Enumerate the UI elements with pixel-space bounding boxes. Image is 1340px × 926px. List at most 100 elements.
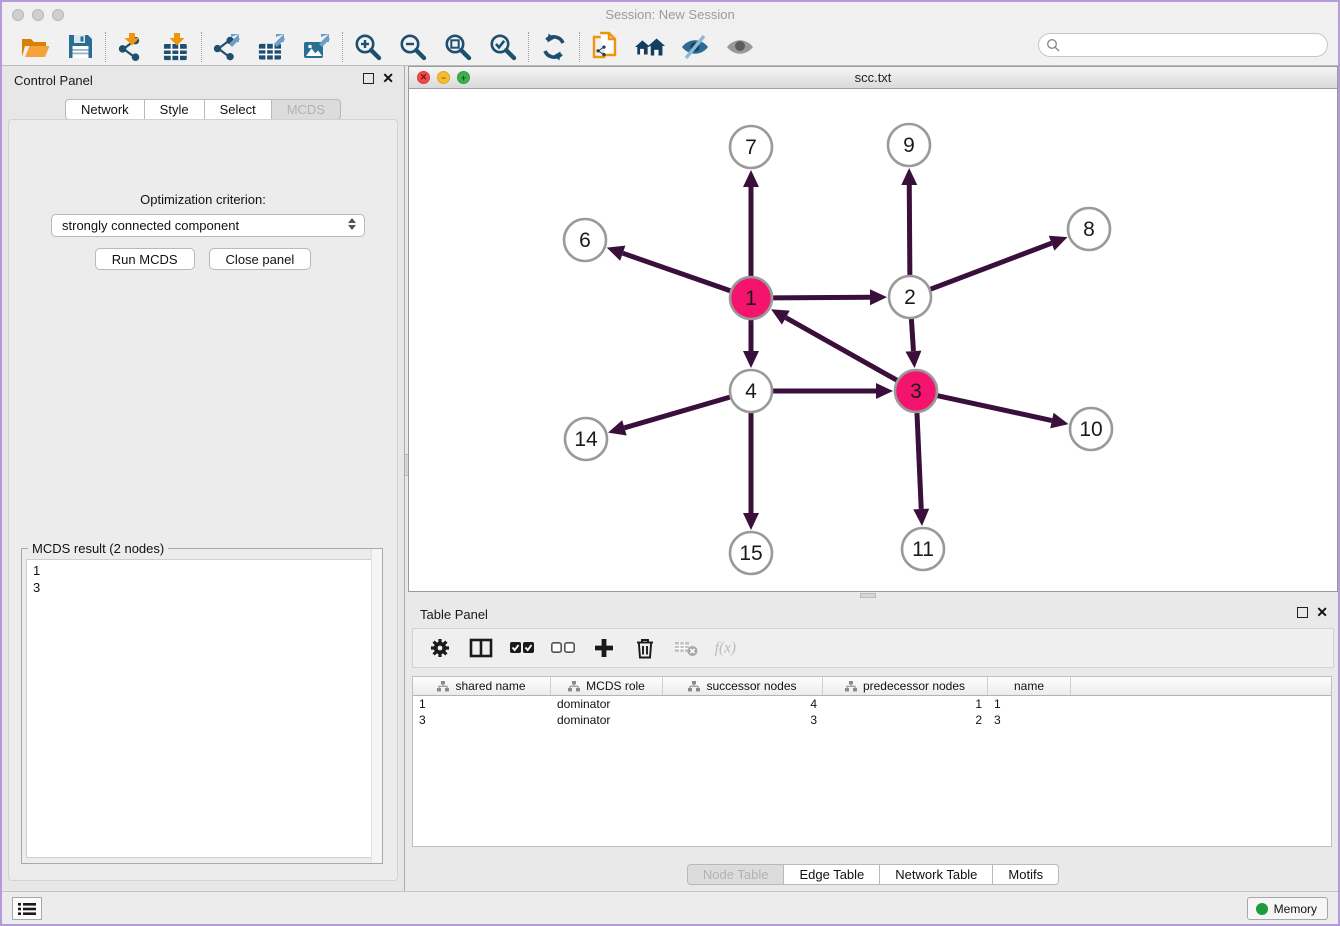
first-neighbors-icon[interactable] [634,31,666,63]
delete-columns-icon[interactable] [632,635,658,661]
table-row[interactable]: 3dominator323 [413,712,1331,728]
graph-edge-arrowhead [913,509,929,526]
cell-predecessor-nodes[interactable]: 2 [823,712,988,728]
network-canvas[interactable]: 7968124314101511 [409,89,1337,591]
table-header-row: shared name MCDS rolesuccessor nodesprede… [413,677,1331,696]
graph-node-label-14: 14 [574,428,598,451]
tab-motifs[interactable]: Motifs [993,864,1059,885]
task-history-button[interactable] [12,897,42,920]
close-table-panel-icon[interactable]: ✕ [1316,607,1328,618]
cell-name[interactable]: 3 [988,712,1071,728]
optimization-criterion-label: Optimization criterion: [9,192,397,207]
graph-node-label-10: 10 [1079,418,1102,441]
toolbar-group [106,31,201,63]
import-table-icon[interactable] [160,31,192,63]
graph-node-label-2: 2 [904,286,916,309]
tab-edge-table[interactable]: Edge Table [784,864,880,885]
zoom-out-icon[interactable] [397,31,429,63]
table-panel-header: Table Panel ✕ [408,600,1338,630]
cell-predecessor-nodes[interactable]: 1 [823,696,988,712]
export-table-icon[interactable] [256,31,288,63]
table-options-gear-icon[interactable] [427,635,453,661]
graph-edge-arrowhead [743,170,759,187]
export-network-icon[interactable] [211,31,243,63]
graph-edge-arrowhead [876,383,893,399]
horizontal-splitter[interactable] [408,592,1338,600]
table-row[interactable]: 1dominator411 [413,696,1331,712]
table-panel-title: Table Panel [420,607,488,622]
column-header-name[interactable]: name [988,677,1071,695]
column-header-MCDS-role[interactable]: MCDS role [551,677,663,695]
refresh-view-icon[interactable] [538,31,570,63]
graph-edge-1-2[interactable] [773,297,870,298]
show-columns-icon[interactable] [468,635,494,661]
graph-node-label-11: 11 [912,538,934,561]
cell-MCDS-role[interactable]: dominator [551,696,663,712]
optimization-criterion-select[interactable]: strongly connected component [51,214,365,237]
save-session-icon[interactable] [64,31,96,63]
network-view-window: ✕ − + scc.txt 7968124314101511 [408,66,1338,592]
float-table-panel-icon[interactable] [1297,607,1308,618]
status-bar: Memory [2,891,1338,924]
graph-edge-arrowhead [1050,413,1068,429]
zoom-in-icon[interactable] [352,31,384,63]
result-scrollbar[interactable] [371,549,382,863]
cell-shared-name[interactable]: 1 [413,696,551,712]
open-file-icon[interactable] [19,31,51,63]
cell-name[interactable]: 1 [988,696,1071,712]
horizontal-splitter-grip[interactable] [860,593,876,598]
deselect-all-checkboxes-icon[interactable] [550,635,576,661]
graph-edge-2-9[interactable] [909,185,910,275]
tab-network[interactable]: Network [65,99,145,120]
cell-successor-nodes[interactable]: 4 [663,696,823,712]
tab-style[interactable]: Style [145,99,205,120]
graph-edge-3-11[interactable] [917,413,921,509]
graph-edge-4-14[interactable] [624,397,729,428]
new-network-from-selection-icon[interactable] [589,31,621,63]
zoom-selected-icon[interactable] [487,31,519,63]
graph-node-label-9: 9 [903,134,915,157]
column-header-predecessor-nodes[interactable]: predecessor nodes [823,677,988,695]
select-all-checkboxes-icon[interactable] [509,635,535,661]
tab-network-table[interactable]: Network Table [880,864,993,885]
close-panel-button[interactable]: Close panel [209,248,312,270]
control-panel-tabs: NetworkStyleSelectMCDS [2,99,404,120]
cell-shared-name[interactable]: 3 [413,712,551,728]
delete-table-icon [673,635,699,661]
graph-edge-2-3[interactable] [911,319,913,351]
show-hidden-icon[interactable] [724,31,756,63]
graph-edge-1-6[interactable] [623,253,730,291]
app-window: Session: New Session Control Panel ✕ Net… [0,0,1340,926]
column-header-filler [1071,677,1331,695]
graph-node-label-6: 6 [579,229,591,252]
column-header-successor-nodes[interactable]: successor nodes [663,677,823,695]
memory-button[interactable]: Memory [1247,897,1328,920]
column-header-shared-name[interactable]: shared name [413,677,551,695]
mcds-result-legend: MCDS result (2 nodes) [28,541,168,556]
tab-node-table[interactable]: Node Table [687,864,785,885]
graph-edge-2-8[interactable] [931,243,1052,289]
table-toolbar: f(x) [412,628,1334,668]
graph-edge-3-10[interactable] [937,396,1051,421]
mcds-result-text[interactable]: 1 3 [26,559,378,858]
tab-mcds[interactable]: MCDS [272,99,341,120]
table-panel: Table Panel ✕ f(x) shared name MCDS roles… [408,600,1338,891]
cell-MCDS-role[interactable]: dominator [551,712,663,728]
graph-edge-3-1[interactable] [786,318,897,381]
import-network-icon[interactable] [115,31,147,63]
column-label: shared name [455,679,525,693]
graph-node-label-7: 7 [745,136,757,159]
float-panel-icon[interactable] [363,73,374,84]
export-image-icon[interactable] [301,31,333,63]
cell-successor-nodes[interactable]: 3 [663,712,823,728]
search-input[interactable] [1038,33,1328,57]
run-mcds-button[interactable]: Run MCDS [95,248,195,270]
toolbar-group [580,31,765,63]
graph-edge-arrowhead [743,351,759,368]
zoom-fit-icon[interactable] [442,31,474,63]
tab-select[interactable]: Select [205,99,272,120]
create-column-icon[interactable] [591,635,617,661]
mcds-result-groupbox: MCDS result (2 nodes) 1 3 [21,548,383,864]
hide-selected-icon[interactable] [679,31,711,63]
close-panel-icon[interactable]: ✕ [382,73,394,84]
